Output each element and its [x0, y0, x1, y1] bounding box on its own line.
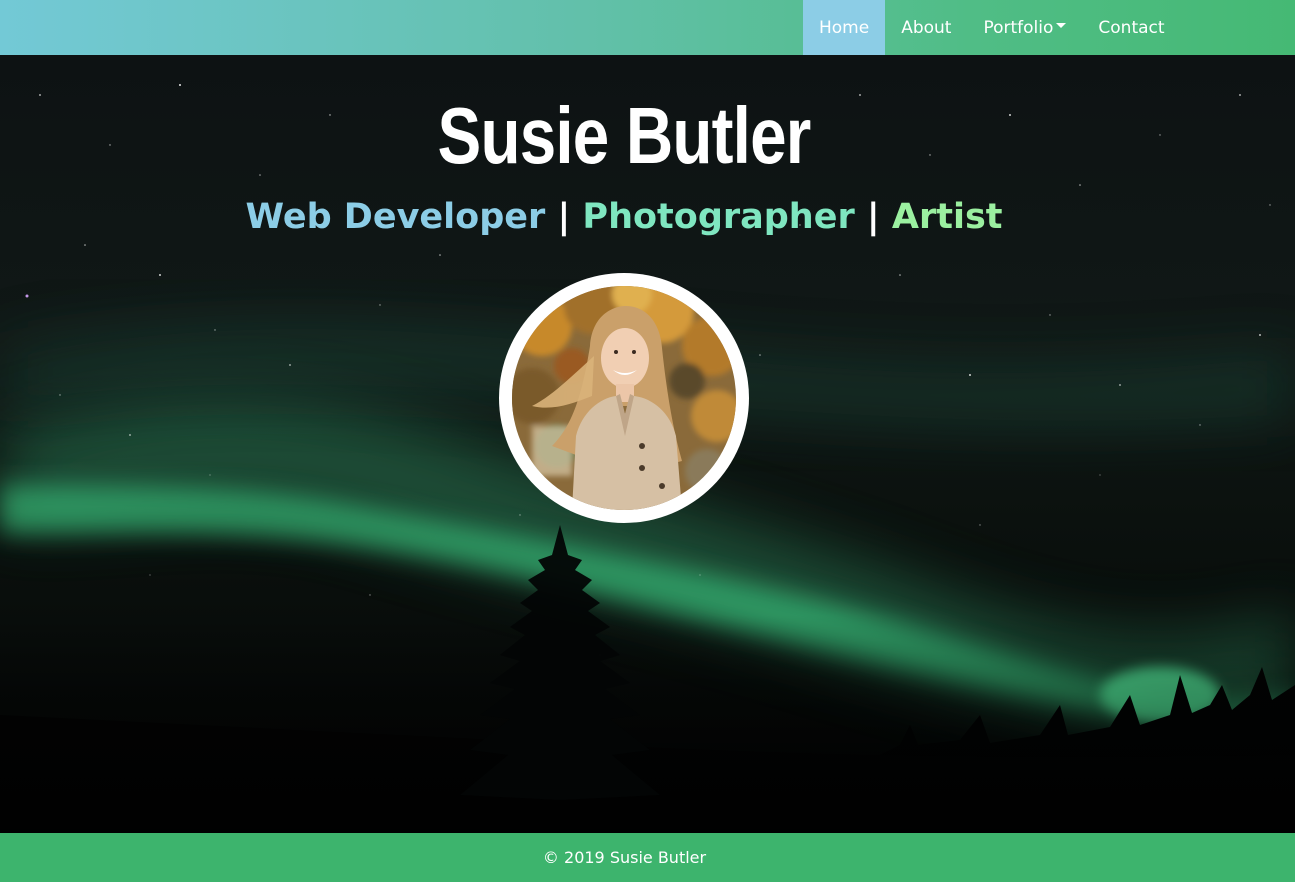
nav-item-portfolio-label: Portfolio [983, 17, 1054, 38]
profile-photo [512, 286, 736, 510]
nav-item-contact-label: Contact [1098, 17, 1165, 38]
role-artist: Artist [891, 197, 1003, 237]
hero-section: Susie Butler Web Developer | Photographe… [0, 55, 1295, 833]
nav-item-home-label: Home [819, 17, 870, 38]
role-photographer: Photographer [582, 197, 855, 237]
nav-item-about-label: About [901, 17, 952, 38]
nav-item-home[interactable]: Home [803, 0, 886, 55]
site-footer: © 2019 Susie Butler [0, 833, 1295, 882]
role-separator-1: | [557, 197, 571, 237]
nav-item-portfolio-dropdown[interactable]: Portfolio [967, 0, 1082, 55]
hero-roles-subtitle: Web Developer | Photographer | Artist [0, 193, 1248, 241]
profile-avatar [499, 273, 749, 523]
top-navbar: Home About Portfolio Contact [0, 0, 1295, 55]
hero-name-heading: Susie Butler [437, 91, 812, 180]
caret-down-icon [1056, 23, 1067, 28]
role-web-developer: Web Developer [245, 197, 546, 237]
footer-copyright: © 2019 Susie Butler [542, 848, 707, 867]
page-root: Home About Portfolio Contact Susie Butle… [0, 0, 1295, 882]
nav-item-contact[interactable]: Contact [1082, 0, 1180, 55]
nav-item-about[interactable]: About [885, 0, 967, 55]
role-separator-2: | [866, 197, 880, 237]
nav-links: Home About Portfolio Contact [803, 0, 1181, 55]
